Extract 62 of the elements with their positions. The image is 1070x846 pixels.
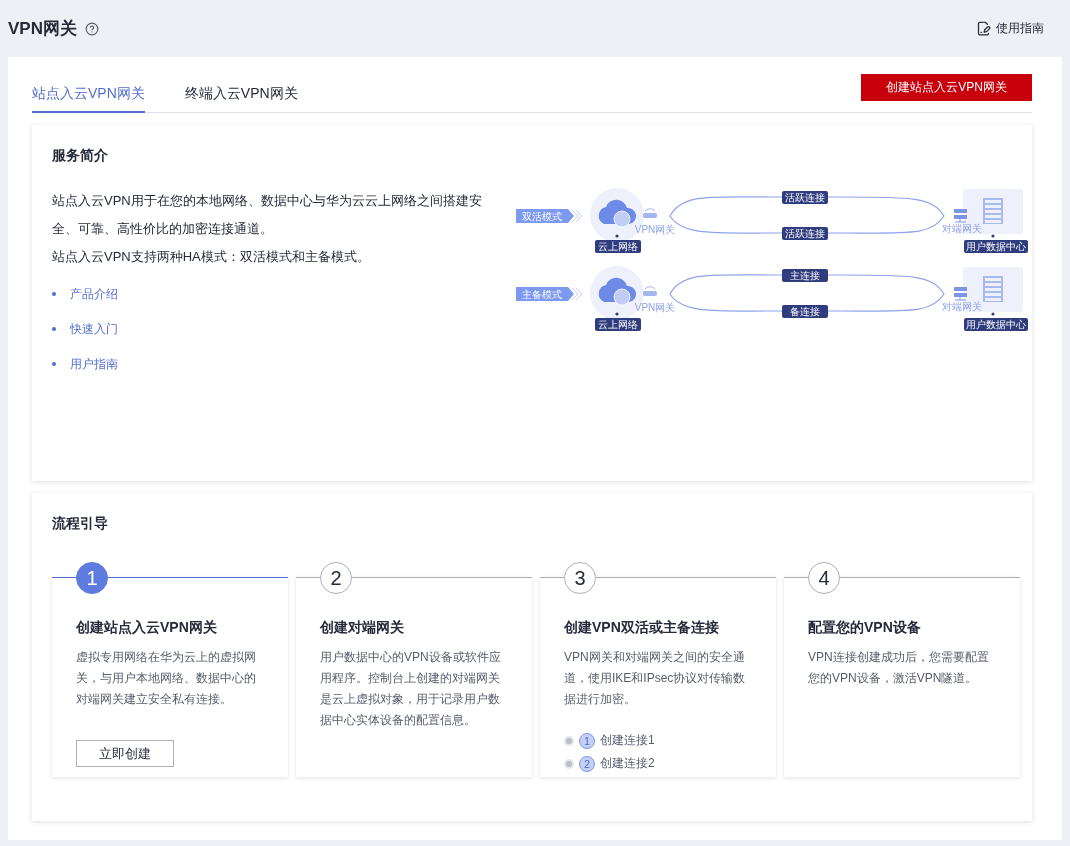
step-title: 创建站点入云VPN网关 <box>76 619 218 637</box>
step-description: 虚拟专用网络在华为云上的虚拟网关，与用户本地网络、数据中心的对端网关建立安全私有连接。 <box>76 649 257 708</box>
step-description: VPN网关和对端网关之间的安全通道，使用IKE和IPsec协议对传输数据进行加密。 <box>564 649 747 708</box>
link-label: 备连接 <box>782 305 828 318</box>
tab[interactable]: 终端入云VPN网关 <box>184 85 298 113</box>
bullet-icon <box>52 362 56 366</box>
datacenter-label: 用户数据中心 <box>964 240 1028 253</box>
node-dot <box>615 312 619 316</box>
node-dot <box>991 234 995 238</box>
create-button[interactable]: 创建站点入云VPN网关 <box>861 74 1032 101</box>
intro-paragraph: 站点入云VPN支持两种HA模式：双活模式和主备模式。 <box>52 248 371 266</box>
substep-label: 创建连接1 <box>600 732 655 749</box>
mode-label: 双活模式 <box>516 209 574 223</box>
doc-link[interactable]: 快速入门 <box>70 318 118 340</box>
step-title: 创建VPN双活或主备连接 <box>564 619 720 637</box>
section-title: 流程引导 <box>52 515 109 533</box>
bullet-icon <box>52 327 56 331</box>
chevron-icon <box>571 287 583 301</box>
help-icon[interactable] <box>84 21 99 36</box>
link-label: 主连接 <box>782 269 828 282</box>
tab[interactable]: 站点入云VPN网关 <box>32 85 145 113</box>
link-label: 活跃连接 <box>782 191 828 204</box>
server-rack-icon <box>983 276 1003 302</box>
step-number: 4 <box>808 562 840 594</box>
step-number: 3 <box>564 562 596 594</box>
doc-link[interactable]: 产品介绍 <box>70 283 118 305</box>
peer-gateway-label: 对端网关 <box>942 301 982 312</box>
datacenter-label: 用户数据中心 <box>964 318 1028 331</box>
step-title: 配置您的VPN设备 <box>808 619 922 637</box>
substep-number: 2 <box>579 755 595 772</box>
cloud-label: 云上网络 <box>595 240 641 253</box>
router-icon <box>643 286 657 296</box>
step-description: VPN连接创建成功后，您需要配置您的VPN设备，激活VPN隧道。 <box>808 649 990 687</box>
step-number: 2 <box>320 562 352 594</box>
edit-document-icon <box>976 21 991 36</box>
doc-link[interactable]: 用户指南 <box>70 353 118 375</box>
section-title: 服务简介 <box>52 147 109 165</box>
substep-number: 1 <box>579 732 595 749</box>
gateway-label: VPN网关 <box>634 224 676 235</box>
substep-label: 创建连接2 <box>600 755 655 772</box>
server-icon <box>954 287 967 301</box>
server-rack-icon <box>983 198 1003 224</box>
mode-label: 主备模式 <box>516 287 574 301</box>
bullet-icon <box>52 292 56 296</box>
create-now-button[interactable]: 立即创建 <box>76 740 174 767</box>
node-dot <box>615 234 619 238</box>
cloud-label: 云上网络 <box>595 318 641 331</box>
chevron-icon <box>571 209 583 223</box>
status-dot <box>564 758 574 769</box>
intro-paragraph: 站点入云VPN用于在您的本地网络、数据中心与华为云云上网络之间搭建安全、可靠、高性价比的加密连接通道。 <box>52 192 483 238</box>
step-title: 创建对端网关 <box>320 619 405 637</box>
gateway-label: VPN网关 <box>634 302 676 313</box>
page-title: VPN网关 <box>8 18 77 40</box>
step-number: 1 <box>76 562 108 594</box>
guide-link[interactable]: 使用指南 <box>976 20 1044 37</box>
router-icon <box>643 208 657 218</box>
node-dot <box>991 312 995 316</box>
step-description: 用户数据中心的VPN设备或软件应用程序。控制台上创建的对端网关是云上虚拟对象，用于记录用户数据中心实体设备的配置信息。 <box>320 649 502 729</box>
server-icon <box>954 209 967 223</box>
status-dot <box>564 735 574 746</box>
peer-gateway-label: 对端网关 <box>942 223 982 234</box>
link-label: 活跃连接 <box>782 227 828 240</box>
